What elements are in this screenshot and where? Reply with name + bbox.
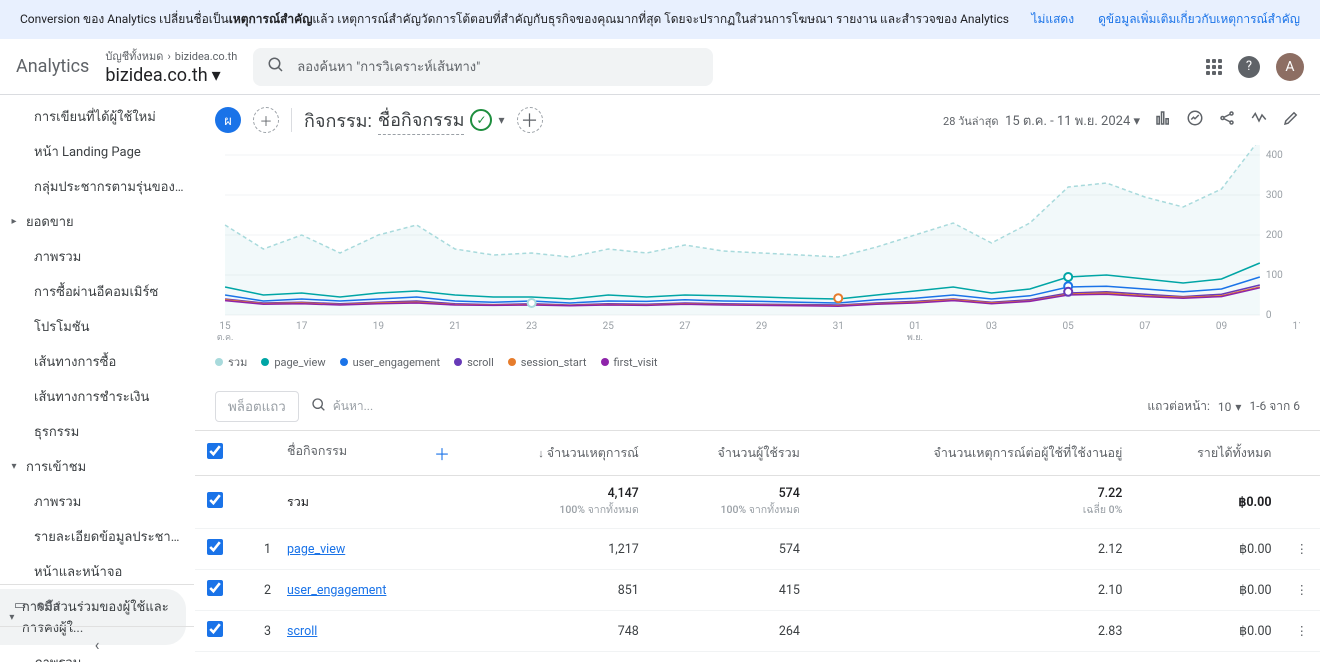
dimension-picker[interactable]: ชื่อกิจกรรม: [378, 105, 465, 135]
legend-item[interactable]: page_view: [261, 356, 325, 369]
search-icon: [311, 397, 327, 416]
svg-text:17: 17: [296, 321, 308, 332]
report-title: กิจกรรม: ชื่อกิจกรรม ✓ ▾ ＋: [304, 105, 543, 135]
sidebar-item[interactable]: กลุ่มประชากรตามรุ่นของการได้...: [0, 169, 194, 204]
legend-item[interactable]: user_engagement: [340, 356, 441, 369]
svg-text:27: 27: [679, 321, 691, 332]
report-content: ผ ＋ กิจกรรม: ชื่อกิจกรรม ✓ ▾ ＋ 28 วันล่า…: [195, 95, 1320, 662]
table-row: 4 session_start 706 574 1.23 ฿0.00 ⋮: [195, 652, 1320, 663]
chevron-down-icon: ▾: [212, 65, 221, 86]
svg-text:11: 11: [1292, 321, 1300, 332]
analytics-logo: Analytics: [16, 56, 89, 77]
svg-text:300: 300: [1266, 190, 1283, 201]
sidebar-collapse-btn[interactable]: ‹: [0, 626, 194, 662]
chevron-down-icon[interactable]: ▾: [498, 113, 504, 127]
help-icon[interactable]: ?: [1238, 56, 1260, 78]
row-checkbox[interactable]: [207, 492, 223, 508]
sidebar-item[interactable]: ภาพรวม: [0, 239, 194, 274]
legend-item[interactable]: first_visit: [601, 356, 658, 369]
row-checkbox[interactable]: [207, 621, 223, 637]
svg-text:31: 31: [833, 321, 844, 332]
chevron-down-icon: ▾: [1235, 400, 1241, 414]
chart: 0 100 200 300 400 15ต.ค. 17 19 21 23 25 27 29 31 01พ.ย…: [195, 145, 1320, 349]
row-menu-icon[interactable]: ⋮: [1296, 583, 1309, 598]
table-row: 1 page_view 1,217 574 2.12 ฿0.00 ⋮: [195, 529, 1320, 570]
svg-text:01: 01: [909, 321, 920, 332]
table-row: 3 scroll 748 264 2.83 ฿0.00 ⋮: [195, 611, 1320, 652]
svg-text:29: 29: [756, 321, 767, 332]
legend-item[interactable]: session_start: [508, 356, 587, 369]
svg-text:ต.ค.: ต.ค.: [217, 333, 234, 343]
sidebar-item[interactable]: การซื้อผ่านอีคอมเมิร์ซ: [0, 274, 194, 309]
add-comparison-button[interactable]: ＋: [517, 107, 543, 133]
edit-icon[interactable]: [1282, 109, 1300, 131]
library-icon: ▭: [14, 598, 26, 613]
property-selector[interactable]: บัญชีทั้งหมด›bizidea.co.th bizidea.co.th…: [105, 47, 237, 86]
sidebar-item[interactable]: การเขียนที่ได้ผู้ใช้ใหม่: [0, 99, 194, 134]
sidebar-item[interactable]: หน้า Landing Page: [0, 134, 194, 169]
sidebar-item[interactable]: เส้นทางการซื้อ: [0, 344, 194, 379]
share-icon[interactable]: [1218, 109, 1236, 131]
app-bar: Analytics บัญชีทั้งหมด›bizidea.co.th biz…: [0, 39, 1320, 95]
sidebar-item[interactable]: รายละเอียดข้อมูลประชากร: [0, 519, 194, 554]
svg-text:03: 03: [986, 321, 997, 332]
svg-text:07: 07: [1139, 321, 1151, 332]
banner-dismiss-link[interactable]: ไม่แสดง: [1031, 10, 1074, 29]
sidebar-item[interactable]: เส้นทางการชำระเงิน: [0, 379, 194, 414]
row-menu-icon[interactable]: ⋮: [1296, 624, 1309, 639]
rows-per-page-select[interactable]: 10 ▾: [1218, 400, 1242, 414]
select-all-checkbox[interactable]: [207, 443, 223, 459]
segment-chip[interactable]: ผ: [215, 107, 241, 133]
date-range-picker[interactable]: 28 วันล่าสุด 15 ต.ค. - 11 พ.ย. 2024 ▾: [943, 110, 1140, 131]
svg-text:09: 09: [1216, 321, 1227, 332]
apps-icon[interactable]: [1206, 59, 1222, 75]
sidebar: การเขียนที่ได้ผู้ใช้ใหม่หน้า Landing Pag…: [0, 95, 195, 662]
row-checkbox[interactable]: [207, 580, 223, 596]
row-menu-icon[interactable]: ⋮: [1296, 542, 1309, 557]
conversion-banner: Conversion ของ Analytics เปลี่ยนชื่อเป็น…: [0, 0, 1320, 39]
search-input[interactable]: ลองค้นหา "การวิเคราะห์เส้นทาง": [253, 48, 713, 86]
events-table: ชื่อกิจกรรม＋ ↓ จำนวนเหตุการณ์ จำนวนผู้ใช…: [195, 431, 1320, 662]
add-segment-button[interactable]: ＋: [253, 107, 279, 133]
user-avatar[interactable]: A: [1276, 53, 1304, 81]
pagination-range: 1-6 จาก 6: [1249, 397, 1300, 416]
sidebar-library[interactable]: ▭ คลัง: [0, 584, 194, 626]
chart-legend: รวม page_view user_engagement scroll session…: [195, 349, 1320, 383]
sidebar-group-retain[interactable]: ▾การเข้าชม: [0, 449, 194, 484]
svg-text:19: 19: [373, 321, 384, 332]
event-link[interactable]: scroll: [287, 624, 317, 639]
legend-item[interactable]: scroll: [454, 356, 494, 369]
banner-learn-more-link[interactable]: ดูข้อมูลเพิ่มเติมเกี่ยวกับเหตุการณ์สำคัญ: [1098, 10, 1300, 29]
customize-icon[interactable]: [1154, 109, 1172, 131]
table-row: 2 user_engagement 851 415 2.10 ฿0.00 ⋮: [195, 570, 1320, 611]
svg-text:23: 23: [526, 321, 537, 332]
sidebar-item[interactable]: โปรโมชัน: [0, 309, 194, 344]
legend-item[interactable]: รวม: [215, 353, 247, 371]
row-checkbox[interactable]: [207, 539, 223, 555]
sidebar-item[interactable]: ธุรกรรม: [0, 414, 194, 449]
sidebar-item[interactable]: ภาพรวม: [0, 484, 194, 519]
table-search-input[interactable]: ค้นหา...: [311, 397, 373, 416]
search-icon: [267, 56, 285, 78]
svg-text:15: 15: [219, 321, 231, 332]
event-link[interactable]: page_view: [287, 542, 345, 557]
check-icon: ✓: [470, 109, 492, 131]
add-dimension-button[interactable]: ＋: [434, 441, 450, 465]
svg-text:พ.ย.: พ.ย.: [907, 333, 923, 343]
insights-wave-icon[interactable]: [1250, 109, 1268, 131]
insights-icon[interactable]: [1186, 109, 1204, 131]
svg-text:100: 100: [1266, 270, 1283, 281]
svg-text:25: 25: [603, 321, 615, 332]
svg-text:05: 05: [1063, 321, 1075, 332]
svg-text:200: 200: [1266, 230, 1283, 241]
event-link[interactable]: user_engagement: [287, 583, 386, 598]
plot-rows-button[interactable]: พล็อตแถว: [215, 391, 299, 422]
svg-text:0: 0: [1266, 310, 1272, 321]
sidebar-group-sales[interactable]: ▸ยอดขาย: [0, 204, 194, 239]
svg-text:21: 21: [449, 321, 460, 332]
svg-text:400: 400: [1266, 150, 1283, 161]
